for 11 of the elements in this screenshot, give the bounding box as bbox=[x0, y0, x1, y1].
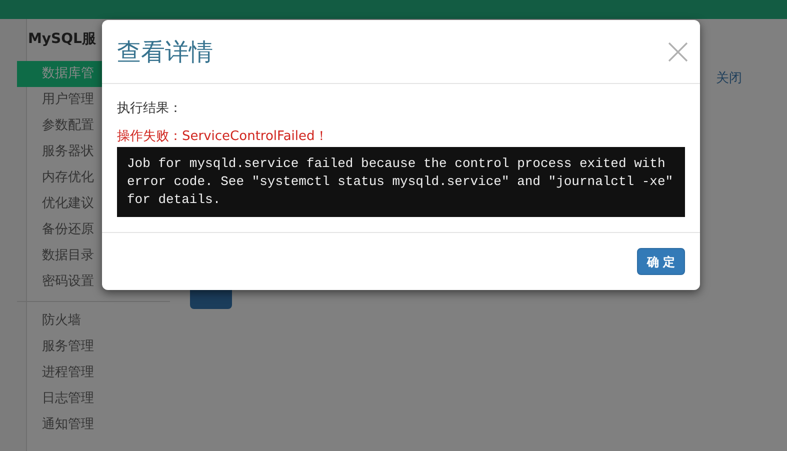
sidebar-item[interactable]: 通知管理 bbox=[17, 412, 170, 438]
sidebar-item[interactable]: 进程管理 bbox=[17, 360, 170, 386]
close-link[interactable]: 关闭 bbox=[716, 69, 742, 88]
sidebar-item[interactable]: 日志管理 bbox=[17, 386, 170, 412]
sidebar-item[interactable]: 服务管理 bbox=[17, 334, 170, 360]
confirm-button[interactable]: 确 定 bbox=[636, 248, 685, 275]
output-text: Job for mysqld.service failed because the control process exited with error code. See "systemctl status mysqld.service" and "journalctl -xe" for details. bbox=[117, 147, 685, 217]
result-label: 执行结果： bbox=[117, 100, 183, 118]
sidebar-title: MySQL服 bbox=[28, 30, 96, 49]
error-message: 操作失败：ServiceControlFailed！ bbox=[117, 128, 329, 146]
sidebar-item[interactable]: 防火墙 bbox=[17, 308, 170, 334]
